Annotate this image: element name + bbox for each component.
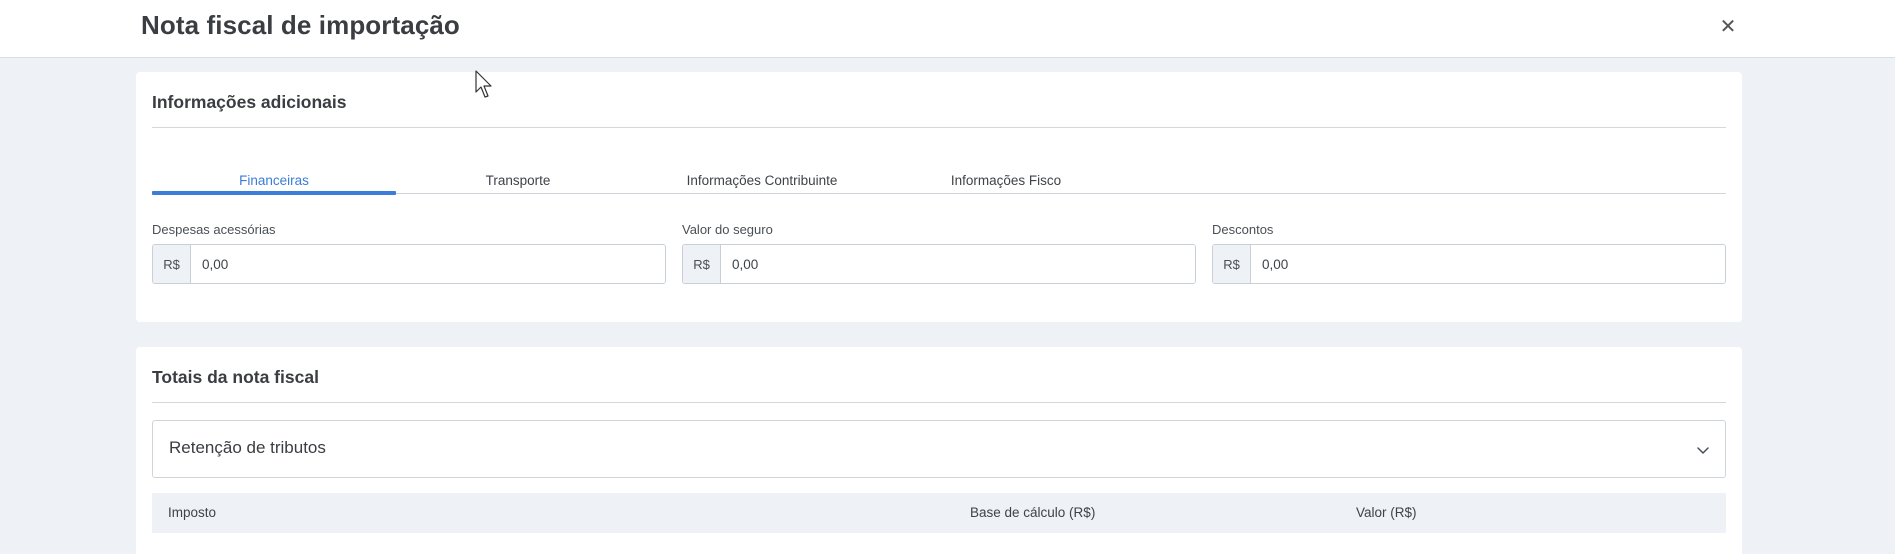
column-header-valor: Valor (R$) — [1356, 505, 1417, 520]
mouse-cursor-icon — [475, 70, 492, 98]
descontos-field: Descontos R$ — [1212, 222, 1726, 284]
descontos-input[interactable] — [1251, 245, 1725, 283]
column-header-base-calculo: Base de cálculo (R$) — [970, 505, 1096, 520]
tab-transporte[interactable]: Transporte — [396, 162, 640, 194]
input-group: R$ — [152, 244, 666, 284]
field-label: Descontos — [1212, 222, 1274, 237]
close-button[interactable]: ✕ — [1716, 12, 1740, 40]
accordion-title: Retenção de tributos — [169, 438, 326, 457]
page-title: Nota fiscal de importação — [141, 10, 460, 40]
column-header-imposto: Imposto — [168, 505, 217, 520]
additional-info-card: Informações adicionais Financeiras Trans… — [136, 72, 1742, 322]
currency-prefix: R$ — [153, 245, 191, 283]
currency-prefix: R$ — [1213, 245, 1251, 283]
additional-info-tabs: Financeiras Transporte Informações Contr… — [152, 162, 1726, 195]
field-label: Despesas acessórias — [152, 222, 276, 237]
additional-info-title: Informações adicionais — [152, 92, 347, 112]
section-divider — [152, 402, 1726, 403]
chevron-down-icon — [1697, 447, 1709, 454]
tab-financeiras[interactable]: Financeiras — [152, 162, 396, 195]
close-icon: ✕ — [1719, 14, 1737, 38]
retencao-tributos-accordion[interactable]: Retenção de tributos — [152, 420, 1726, 478]
tab-informacoes-contribuinte[interactable]: Informações Contribuinte — [640, 162, 884, 194]
section-divider — [152, 127, 1726, 128]
valor-do-seguro-input[interactable] — [721, 245, 1195, 283]
totals-card: Totais da nota fiscal Retenção de tribut… — [136, 347, 1742, 554]
currency-prefix: R$ — [683, 245, 721, 283]
field-label: Valor do seguro — [682, 222, 773, 237]
totals-title: Totais da nota fiscal — [152, 367, 319, 387]
tab-informacoes-fisco[interactable]: Informações Fisco — [884, 162, 1128, 194]
modal-header: Nota fiscal de importação ✕ — [0, 0, 1895, 58]
despesas-acessorias-input[interactable] — [191, 245, 665, 283]
tributos-table-header: Imposto Base de cálculo (R$) Valor (R$) — [152, 493, 1726, 533]
despesas-acessorias-field: Despesas acessórias R$ — [152, 222, 666, 284]
input-group: R$ — [1212, 244, 1726, 284]
valor-do-seguro-field: Valor do seguro R$ — [682, 222, 1196, 284]
input-group: R$ — [682, 244, 1196, 284]
